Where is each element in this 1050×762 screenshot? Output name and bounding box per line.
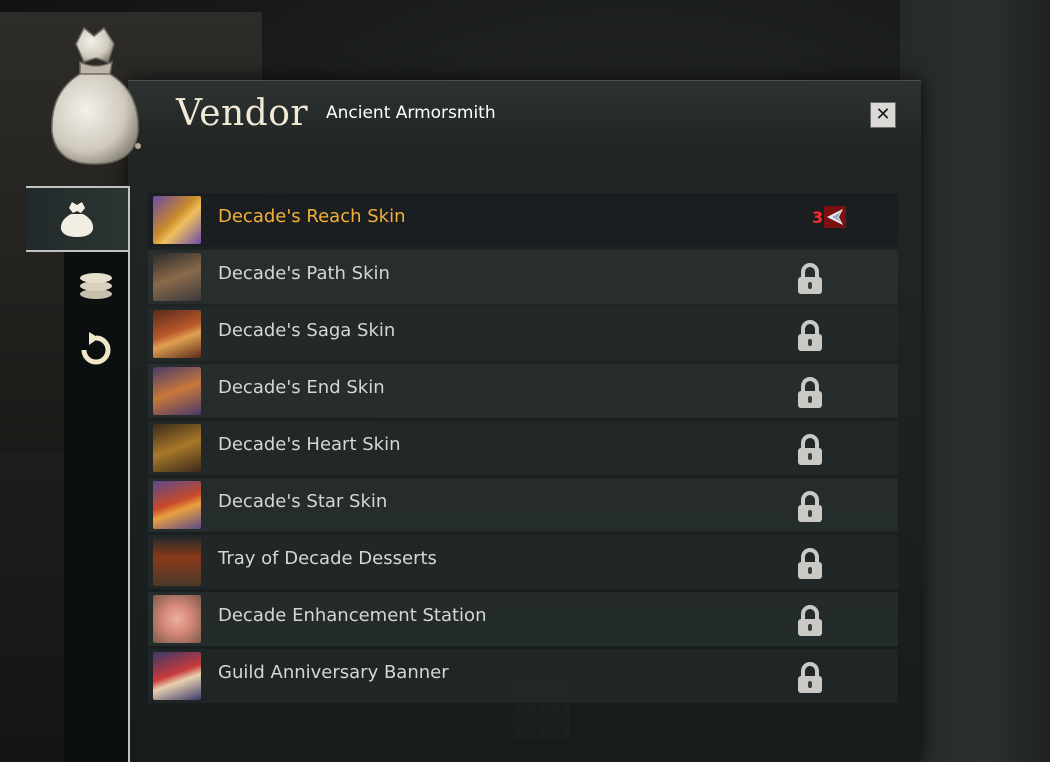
item-name: Decade Enhancement Station: [218, 605, 487, 626]
lock-icon: [798, 434, 822, 465]
item-name: Decade's Star Skin: [218, 491, 388, 512]
list-item[interactable]: Decade's Star Skin: [148, 478, 898, 532]
item-thumbnail: [153, 424, 201, 472]
close-icon: ✕: [875, 104, 891, 125]
buyback-icon: [81, 332, 111, 365]
vendor-bag-icon: [51, 26, 141, 165]
item-name: Decade's Heart Skin: [218, 434, 401, 455]
list-item[interactable]: Tray of Decade Desserts: [148, 535, 898, 589]
item-thumbnail: [153, 652, 201, 700]
lock-icon: [798, 491, 822, 522]
lock-icon: [798, 377, 822, 408]
item-thumbnail: [153, 538, 201, 586]
item-price: 3: [812, 206, 847, 228]
lock-icon: [798, 320, 822, 351]
item-thumbnail: [153, 595, 201, 643]
item-thumbnail: [153, 196, 201, 244]
lock-icon: [798, 605, 822, 636]
close-button[interactable]: ✕: [870, 102, 896, 128]
item-name: Tray of Decade Desserts: [218, 548, 437, 569]
item-thumbnail: [153, 367, 201, 415]
vendor-item-list: Decade's Reach Skin 3 Decade's Path Skin…: [148, 193, 898, 706]
list-item[interactable]: Decade's Heart Skin: [148, 421, 898, 475]
lock-icon: [798, 662, 822, 693]
item-thumbnail: [153, 253, 201, 301]
vendor-title: Vendor: [176, 93, 309, 134]
item-name: Decade's End Skin: [218, 377, 385, 398]
vendor-name: Ancient Armorsmith: [326, 103, 496, 123]
tab-buyback[interactable]: [64, 320, 128, 380]
list-item[interactable]: Decade's End Skin: [148, 364, 898, 418]
lock-icon: [798, 548, 822, 579]
bag-icon: [60, 202, 94, 237]
list-item[interactable]: Decade's Reach Skin 3: [148, 193, 898, 247]
list-item[interactable]: Decade's Saga Skin: [148, 307, 898, 361]
tab-sell[interactable]: [64, 256, 128, 316]
coins-icon: [80, 273, 112, 299]
tab-buy[interactable]: [26, 186, 128, 252]
item-thumbnail: [153, 481, 201, 529]
vendor-tabs: [26, 186, 130, 762]
vendor-header: Vendor Ancient Armorsmith ✕: [128, 80, 921, 153]
item-name: Decade's Path Skin: [218, 263, 390, 284]
currency-icon: [824, 206, 847, 228]
item-name: Guild Anniversary Banner: [218, 662, 449, 683]
item-thumbnail: [153, 310, 201, 358]
list-item[interactable]: Guild Anniversary Banner: [148, 649, 898, 703]
list-item[interactable]: Decade Enhancement Station: [148, 592, 898, 646]
list-item[interactable]: Decade's Path Skin: [148, 250, 898, 304]
item-name: Decade's Saga Skin: [218, 320, 396, 341]
price-count: 3: [812, 207, 824, 227]
background-right-wall: [900, 0, 1050, 762]
lock-icon: [798, 263, 822, 294]
item-name: Decade's Reach Skin: [218, 206, 406, 227]
